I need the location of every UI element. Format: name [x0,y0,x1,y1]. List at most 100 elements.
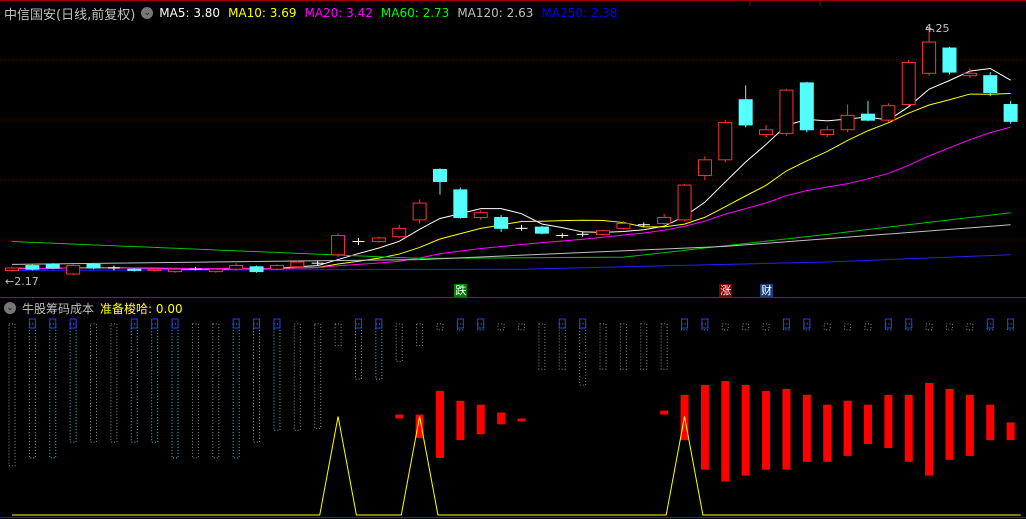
candle-up [66,265,81,275]
candle-down [494,217,509,229]
red-bar [925,383,934,476]
chevron-down-icon[interactable]: ⌄ [4,302,16,314]
chip-column [171,323,179,459]
chip-column [884,323,892,331]
main-header: 中信国安(日线,前复权) ⌄ MA5: 3.80 MA10: 3.69 MA20: … [4,5,617,23]
chip-column [599,323,607,370]
candle-up [922,41,937,74]
ma-legend-ma10: MA10: 3.69 [228,6,297,20]
red-bar [782,388,791,470]
red-bar [904,394,913,462]
indicator-header: ⌄ 牛股筹码成本 准备梭哈: 0.00 [4,300,183,316]
red-bar [741,384,750,476]
high-price-label: 4.25 [925,22,950,35]
candle-down [25,265,40,270]
stock-title: 中信国安(日线,前复权) [4,7,136,23]
chip-column [456,323,464,331]
chip-column [701,323,709,331]
chevron-down-icon[interactable]: ⌄ [141,7,154,19]
candle-up [697,159,712,176]
candle-up [229,265,244,270]
candle-down [432,168,447,182]
chip-column [212,323,220,459]
candle-down [738,99,753,126]
red-bar [986,404,995,441]
chip-column [191,323,199,459]
candle-down [453,189,468,219]
chip-column [619,323,627,370]
chip-column [28,323,36,459]
ma-legend: MA5: 3.80 MA10: 3.69 MA20: 3.42 MA60: 2.73 M… [159,6,617,20]
candle-up [412,202,427,221]
chip-column [538,323,546,370]
candle-up [371,237,386,243]
candles [5,26,1018,276]
ma60-line [11,212,1011,259]
chip-column [314,323,322,429]
chip-column [660,323,668,370]
candle-down [799,82,814,131]
chip-column [1007,323,1015,331]
candle-up [596,230,611,235]
red-bar [660,410,669,415]
chip-column [375,323,383,380]
candle-up [677,184,692,221]
chip-column [681,323,689,331]
ma-legend-ma120: MA120: 2.63 [457,6,534,20]
indicator-panel [8,318,1021,516]
red-bar [456,400,465,441]
candle-up [901,61,916,106]
red-bar [721,381,730,482]
candle-up [759,129,774,136]
chip-column [986,323,994,331]
chip-column [395,323,403,362]
chip-column [69,323,77,443]
candle-up [147,268,162,271]
candle-up [331,235,346,256]
red-bar [884,394,893,449]
candle-up [290,261,305,268]
chip-column [945,323,953,331]
chip-column [436,323,444,331]
chip-column [232,323,240,459]
chip-column [844,323,852,331]
chip-column [49,323,57,459]
red-bar [762,390,771,470]
event-marker[interactable]: 涨 [719,284,733,297]
chip-column [966,323,974,331]
candle-down [942,47,957,73]
event-marker[interactable]: 跌 [454,284,468,297]
ma-legend-ma60: MA60: 2.73 [380,6,450,20]
chip-column [477,323,485,331]
candle-down [45,263,60,269]
ma5-line [11,67,1011,270]
candle-down [249,266,264,273]
candle-up [616,223,631,229]
red-bar [863,404,872,445]
red-bar [1006,422,1015,441]
candle-up [5,267,19,271]
ma-legend-ma5: MA5: 3.80 [159,6,221,20]
red-bar [435,390,444,458]
candle-up [779,89,794,134]
red-bar [517,418,526,422]
stock-chart [0,0,1026,518]
chip-column [864,323,872,331]
red-bar [395,414,404,419]
chip-column [905,323,913,331]
candle-up [657,217,672,225]
candle-up [208,268,223,273]
chip-column [782,323,790,331]
chip-column [334,323,342,347]
chip-column [558,323,566,370]
indicator-title: 牛股筹码成本 [22,301,95,316]
candle-up [962,72,977,77]
candle-down [127,268,142,271]
red-bar [843,400,852,456]
candle-up [820,129,835,136]
chip-column [762,323,770,331]
chip-column [151,323,159,443]
candle-down [534,226,549,234]
candle-up [881,105,896,121]
event-marker[interactable]: 财 [760,284,774,297]
